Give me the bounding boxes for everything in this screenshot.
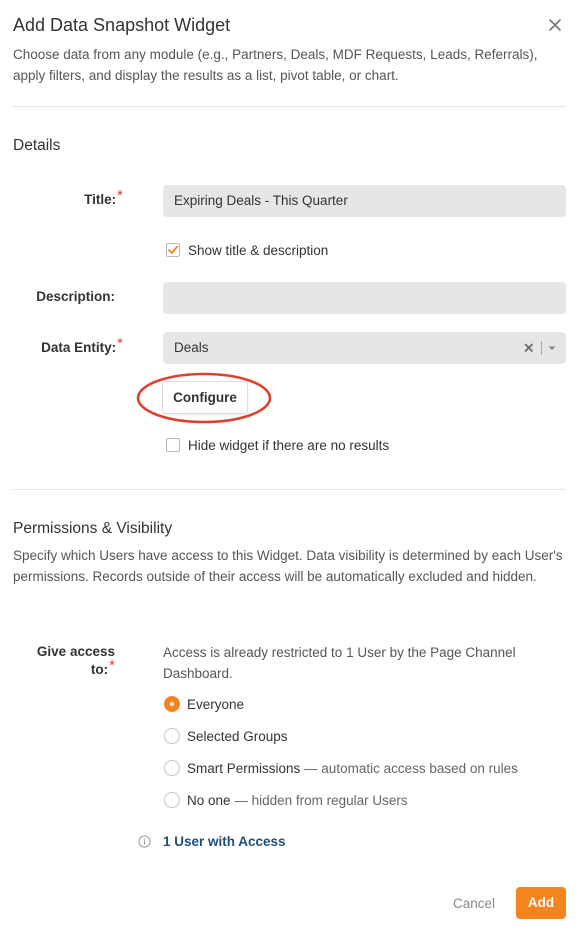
hide-widget-checkbox-row[interactable]: Hide widget if there are no results (166, 437, 389, 455)
title-label: Title:* (40, 187, 123, 209)
permissions-description: Specify which Users have access to this … (13, 548, 563, 584)
modal-description: Choose data from any module (e.g., Partn… (13, 47, 538, 83)
data-entity-label: Data Entity:* (10, 335, 123, 357)
add-button[interactable]: Add (516, 887, 566, 919)
chevron-down-icon[interactable] (546, 332, 558, 364)
data-entity-label-text: Data Entity: (41, 340, 117, 355)
title-input[interactable]: Expiring Deals - This Quarter (163, 185, 566, 217)
radio-option-selected-groups[interactable]: Selected Groups (164, 728, 288, 746)
required-asterisk: * (109, 657, 115, 674)
show-title-label: Show title & description (188, 243, 329, 258)
divider (13, 489, 566, 490)
details-heading: Details (13, 137, 61, 154)
checkmark-icon (168, 245, 178, 254)
radio-label: Selected Groups (187, 729, 288, 744)
radio-label: No one (187, 793, 231, 808)
description-input[interactable] (163, 282, 566, 314)
radio-sublabel: — automatic access based on rules (304, 761, 518, 776)
radio-option-everyone[interactable]: Everyone (164, 696, 244, 714)
title-label-text: Title: (84, 192, 117, 207)
highlight-callout-ellipse (136, 372, 272, 424)
close-icon[interactable] (544, 14, 566, 36)
clear-selection-button[interactable] (522, 332, 536, 364)
show-title-checkbox-row[interactable]: Show title & description (166, 242, 328, 260)
radio-option-smart-permissions[interactable]: Smart Permissions — automatic access bas… (164, 760, 518, 778)
clear-x-icon[interactable] (522, 332, 536, 364)
select-separator (541, 341, 542, 355)
close-button[interactable] (544, 14, 566, 36)
radio-sublabel: — hidden from regular Users (234, 793, 408, 808)
info-icon (138, 835, 151, 848)
modal-title: Add Data Snapshot Widget (13, 15, 231, 35)
required-asterisk: * (117, 187, 123, 204)
give-access-label-text: Give access to: (36, 644, 115, 677)
users-with-access-link[interactable]: 1 User with Access (163, 833, 286, 850)
radio-label: Smart Permissions (187, 761, 301, 776)
title-input-value: Expiring Deals - This Quarter (174, 193, 348, 208)
radio-button-selected[interactable] (164, 696, 180, 712)
required-asterisk: * (117, 335, 123, 352)
radio-button[interactable] (164, 728, 180, 744)
permissions-heading: Permissions & Visibility (13, 520, 173, 537)
divider (13, 106, 566, 107)
radio-button[interactable] (164, 792, 180, 808)
hide-widget-label: Hide widget if there are no results (188, 438, 390, 453)
access-restriction-note: Access is already restricted to 1 User b… (163, 645, 516, 681)
data-entity-select[interactable]: Deals (163, 332, 566, 364)
dropdown-toggle[interactable] (546, 332, 558, 364)
hide-widget-checkbox[interactable] (166, 438, 180, 452)
radio-option-no-one[interactable]: No one — hidden from regular Users (164, 792, 408, 810)
description-label: Description: (36, 289, 115, 304)
radio-label: Everyone (187, 697, 245, 712)
cancel-button[interactable]: Cancel (453, 895, 495, 912)
show-title-checkbox[interactable] (166, 243, 180, 257)
radio-button[interactable] (164, 760, 180, 776)
data-entity-value: Deals (174, 340, 209, 355)
give-access-label: Give access to:* (10, 643, 115, 679)
